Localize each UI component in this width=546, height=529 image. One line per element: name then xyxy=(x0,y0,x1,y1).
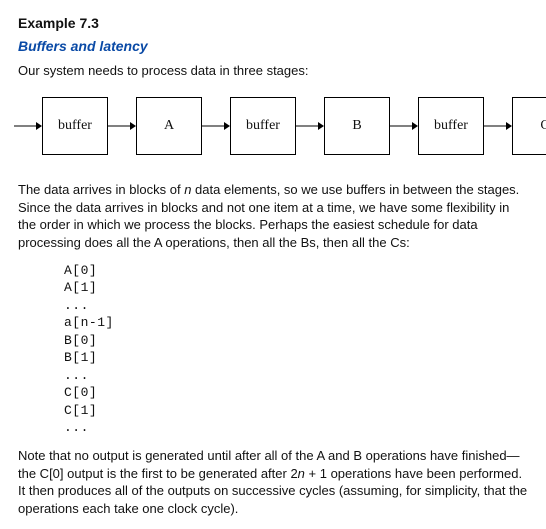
arrow-icon xyxy=(14,120,42,132)
arrow-icon xyxy=(202,120,230,132)
pipeline-diagram: buffer A buffer B buffer C xyxy=(14,97,528,155)
diagram-box-buffer: buffer xyxy=(42,97,108,155)
note-n: n xyxy=(298,466,305,481)
diagram-box-stage-c: C xyxy=(512,97,546,155)
intro-text: Our system needs to process data in thre… xyxy=(18,62,528,80)
diagram-box-stage-b: B xyxy=(324,97,390,155)
paragraph-1: The data arrives in blocks of n data ele… xyxy=(18,181,528,251)
example-title: Buffers and latency xyxy=(18,37,528,56)
schedule-code: A[0] A[1] ... a[n-1] B[0] B[1] ... C[0] … xyxy=(64,262,528,437)
note-paragraph: Note that no output is generated until a… xyxy=(18,447,528,517)
arrow-icon xyxy=(484,120,512,132)
arrow-icon xyxy=(108,120,136,132)
example-number: Example 7.3 xyxy=(18,14,528,33)
arrow-icon xyxy=(296,120,324,132)
diagram-box-buffer: buffer xyxy=(230,97,296,155)
diagram-box-stage-a: A xyxy=(136,97,202,155)
arrow-icon xyxy=(390,120,418,132)
para1-pre: The data arrives in blocks of xyxy=(18,182,184,197)
diagram-box-buffer: buffer xyxy=(418,97,484,155)
